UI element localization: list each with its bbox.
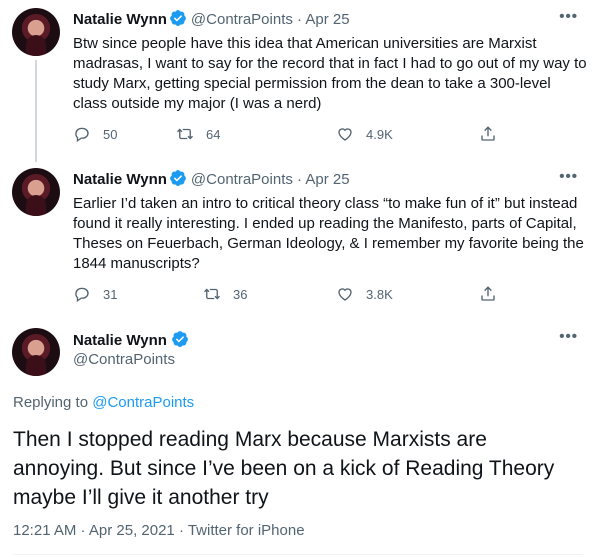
like-button[interactable]: 4.9K bbox=[336, 125, 393, 143]
tweet-date[interactable]: Apr 25 bbox=[305, 11, 349, 28]
reply-button[interactable]: 31 bbox=[73, 285, 117, 303]
reply-count: 31 bbox=[103, 286, 118, 302]
retweet-icon bbox=[204, 288, 220, 300]
retweet-count: 64 bbox=[206, 126, 221, 142]
author-handle[interactable]: @ContraPoints bbox=[73, 350, 175, 370]
share-button[interactable] bbox=[479, 285, 497, 303]
like-icon bbox=[338, 288, 352, 301]
separator: · bbox=[297, 171, 303, 188]
reply-icon bbox=[75, 287, 89, 303]
tweet-header: Natalie Wynn @ContraPoints · Apr 25 bbox=[73, 9, 350, 30]
author-name[interactable]: Natalie Wynn bbox=[73, 332, 167, 349]
retweet-count: 36 bbox=[233, 286, 248, 302]
share-button[interactable] bbox=[479, 125, 497, 143]
tweet-2[interactable]: Natalie Wynn @ContraPoints · Apr 25 ••• E… bbox=[0, 160, 596, 320]
tweet-text: Then I stopped reading Marx because Marx… bbox=[13, 428, 555, 509]
reply-icon bbox=[75, 127, 89, 143]
avatar[interactable] bbox=[12, 328, 60, 376]
tweet-actions: 50 64 4.9K bbox=[73, 125, 513, 145]
reply-count: 50 bbox=[103, 126, 118, 142]
thread-line bbox=[35, 60, 37, 162]
divider bbox=[13, 554, 583, 555]
replying-handle-link[interactable]: @ContraPoints bbox=[92, 394, 194, 411]
verified-badge-icon bbox=[170, 10, 186, 26]
tweet-header: Natalie Wynn @ContraPoints · Apr 25 bbox=[73, 169, 350, 190]
author-name[interactable]: Natalie Wynn bbox=[73, 11, 167, 28]
avatar[interactable] bbox=[12, 168, 60, 216]
more-icon[interactable]: ••• bbox=[559, 8, 578, 25]
author-name[interactable]: Natalie Wynn bbox=[73, 171, 167, 188]
author-handle[interactable]: @ContraPoints bbox=[191, 171, 293, 188]
retweet-button[interactable]: 36 bbox=[203, 285, 247, 303]
more-icon[interactable]: ••• bbox=[559, 328, 578, 345]
like-count: 4.9K bbox=[366, 126, 393, 142]
share-icon bbox=[481, 286, 495, 301]
tweet-actions: 31 36 3.8K bbox=[73, 285, 513, 305]
retweet-button[interactable]: 64 bbox=[176, 125, 220, 143]
tweet-text: Earlier I’d taken an intro to critical t… bbox=[73, 195, 584, 272]
tweet-date[interactable]: Apr 25 bbox=[305, 171, 349, 188]
like-count: 3.8K bbox=[366, 286, 393, 302]
author-name-row: Natalie Wynn bbox=[73, 330, 193, 351]
more-icon[interactable]: ••• bbox=[559, 168, 578, 185]
author-handle[interactable]: @ContraPoints bbox=[191, 11, 293, 28]
verified-badge-icon bbox=[170, 170, 186, 186]
tweet-1[interactable]: Natalie Wynn @ContraPoints · Apr 25 ••• B… bbox=[0, 0, 596, 162]
replying-prefix: Replying to bbox=[13, 394, 89, 411]
like-icon bbox=[338, 128, 352, 141]
like-button[interactable]: 3.8K bbox=[336, 285, 393, 303]
avatar[interactable] bbox=[12, 8, 60, 56]
verified-badge-icon bbox=[172, 331, 188, 347]
share-icon bbox=[481, 126, 495, 141]
retweet-icon bbox=[177, 128, 193, 140]
replying-to: Replying to @ContraPoints bbox=[13, 393, 194, 413]
tweet-meta[interactable]: 12:21 AM · Apr 25, 2021 · Twitter for iP… bbox=[13, 521, 305, 541]
tweet-text: Btw since people have this idea that Ame… bbox=[73, 35, 587, 112]
focused-tweet: Natalie Wynn @ContraPoints ••• Replying … bbox=[0, 320, 596, 557]
separator: · bbox=[297, 11, 303, 28]
reply-button[interactable]: 50 bbox=[73, 125, 117, 143]
